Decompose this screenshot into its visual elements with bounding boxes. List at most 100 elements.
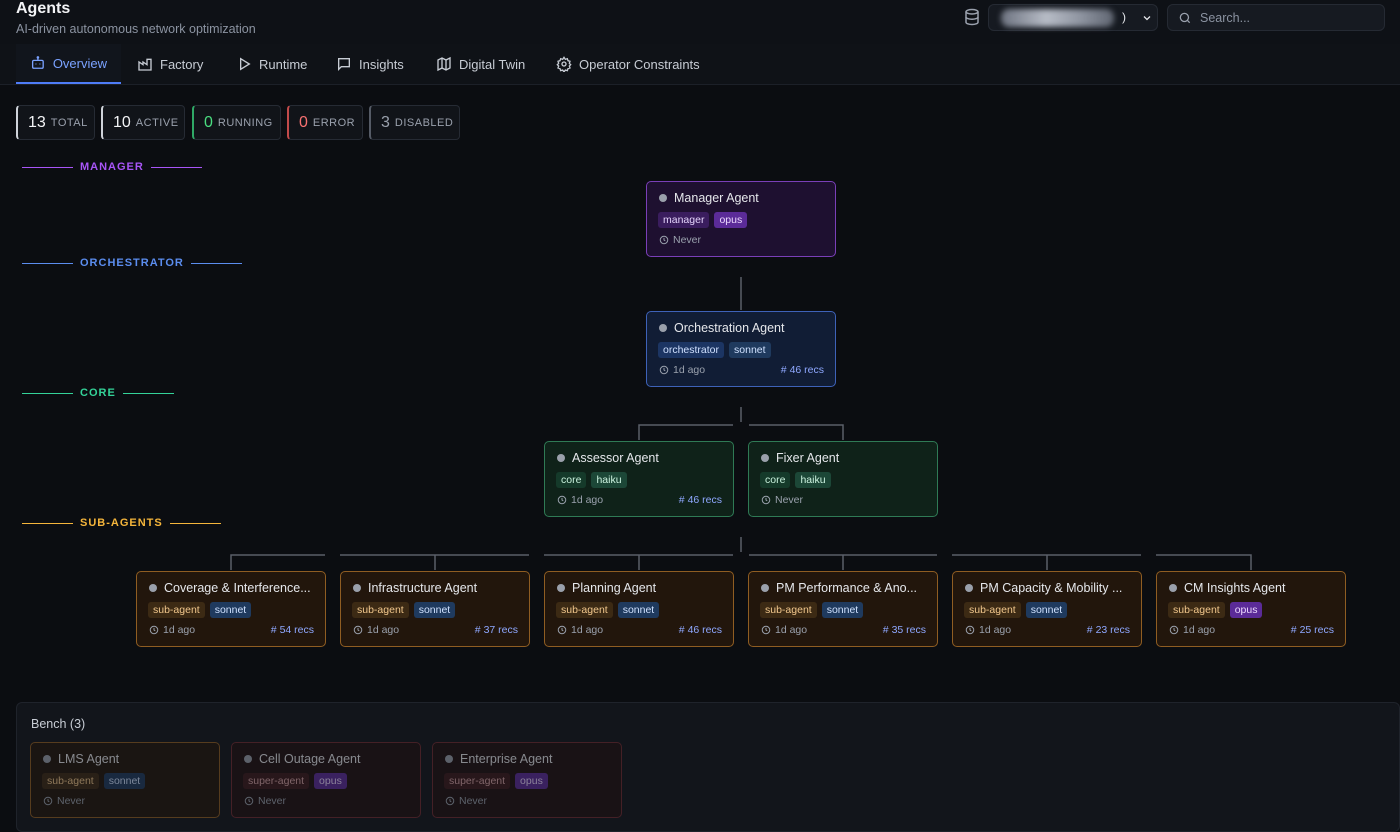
agent-card[interactable]: Coverage & Interference... sub-agent sonne… xyxy=(136,571,326,647)
last-run-text: 1d ago xyxy=(571,494,604,506)
clock-icon xyxy=(557,625,567,635)
agent-name: CM Insights Agent xyxy=(1184,581,1286,595)
agent-card[interactable]: PM Capacity & Mobility ... sub-agent sonne… xyxy=(952,571,1142,647)
clock-icon xyxy=(149,625,159,635)
recs-count: # 23 recs xyxy=(1086,624,1130,636)
agent-card[interactable]: Planning Agent sub-agent sonnet 1d ago # 46 … xyxy=(544,571,734,647)
last-run-text: 1d ago xyxy=(775,624,808,636)
last-run-text: Never xyxy=(258,795,287,807)
last-run: Never xyxy=(659,234,701,246)
status-dot xyxy=(43,755,51,763)
model-badge: sonnet xyxy=(729,342,771,358)
last-run: 1d ago xyxy=(965,624,1011,636)
last-run: Never xyxy=(244,795,286,807)
agent-card[interactable]: LMS Agent sub-agent sonnet Never xyxy=(30,742,220,818)
agent-name-row: PM Capacity & Mobility ... xyxy=(965,581,1122,595)
last-run-text: Never xyxy=(673,234,702,246)
model-badge: sonnet xyxy=(1025,602,1068,618)
clock-icon xyxy=(1169,625,1179,635)
recs-count: # 46 recs xyxy=(678,624,722,636)
status-dot xyxy=(761,454,769,462)
agent-name-row: Cell Outage Agent xyxy=(244,752,360,766)
status-dot xyxy=(244,755,252,763)
agent-name: Coverage & Interference... xyxy=(164,581,311,595)
last-run: 1d ago xyxy=(353,624,399,636)
last-run-text: Never xyxy=(459,795,488,807)
role-badge: core xyxy=(760,472,791,488)
agent-name-row: Infrastructure Agent xyxy=(353,581,477,595)
agent-name: PM Capacity & Mobility ... xyxy=(980,581,1123,595)
last-run: 1d ago xyxy=(557,624,603,636)
agent-card[interactable]: Cell Outage Agent super-agent opus Never xyxy=(231,742,421,818)
role-badge: sub-agent xyxy=(760,602,817,618)
agent-card[interactable]: PM Performance & Ano... sub-agent sonnet 1d… xyxy=(748,571,938,647)
agent-badges: super-agent opus xyxy=(444,773,548,789)
recs-text: 35 recs xyxy=(891,624,926,636)
model-badge: opus xyxy=(1229,602,1263,618)
model-badge: opus xyxy=(515,773,548,789)
last-run-text: Never xyxy=(57,795,86,807)
agent-badges: sub-agent opus xyxy=(1168,602,1263,618)
agent-card[interactable]: CM Insights Agent sub-agent opus 1d ago # 25… xyxy=(1156,571,1346,647)
last-run-text: 1d ago xyxy=(163,624,196,636)
recs-text: 46 recs xyxy=(687,494,722,506)
recs-text: 46 recs xyxy=(789,364,824,376)
last-run-text: 1d ago xyxy=(367,624,400,636)
bench-title: Bench (3) xyxy=(31,717,86,731)
role-badge: sub-agent xyxy=(148,602,205,618)
status-dot xyxy=(659,194,667,202)
recs-count: # 46 recs xyxy=(678,494,722,506)
model-badge: sonnet xyxy=(209,602,252,618)
clock-icon xyxy=(761,625,771,635)
last-run-text: 1d ago xyxy=(673,364,706,376)
status-dot xyxy=(557,454,565,462)
agent-badges: orchestrator sonnet xyxy=(658,342,771,358)
agent-badges: sub-agent sonnet xyxy=(760,602,864,618)
agent-badges: core haiku xyxy=(760,472,831,488)
clock-icon xyxy=(557,495,567,505)
agent-card[interactable]: Manager Agent manager opus Never xyxy=(646,181,836,257)
agent-name-row: Coverage & Interference... xyxy=(149,581,311,595)
clock-icon xyxy=(445,796,455,806)
agent-card[interactable]: Fixer Agent core haiku Never xyxy=(748,441,938,517)
agent-card[interactable]: Orchestration Agent orchestrator sonnet 1d … xyxy=(646,311,836,387)
last-run: Never xyxy=(761,494,803,506)
status-dot xyxy=(557,584,565,592)
last-run: 1d ago xyxy=(557,494,603,506)
clock-icon xyxy=(353,625,363,635)
agent-name-row: PM Performance & Ano... xyxy=(761,581,917,595)
role-badge: manager xyxy=(658,212,710,228)
clock-icon xyxy=(761,495,771,505)
role-badge: sub-agent xyxy=(964,602,1021,618)
agent-card[interactable]: Infrastructure Agent sub-agent sonnet 1d ag… xyxy=(340,571,530,647)
model-badge: opus xyxy=(714,212,748,228)
agent-name-row: Planning Agent xyxy=(557,581,656,595)
agent-name: Assessor Agent xyxy=(572,451,659,465)
agent-name: Infrastructure Agent xyxy=(368,581,478,595)
model-badge: sonnet xyxy=(103,773,146,789)
agent-badges: sub-agent sonnet xyxy=(556,602,660,618)
recs-count: # 54 recs xyxy=(270,624,314,636)
agent-name: LMS Agent xyxy=(58,752,120,766)
last-run: 1d ago xyxy=(761,624,807,636)
agent-name: PM Performance & Ano... xyxy=(776,581,918,595)
agent-name-row: Orchestration Agent xyxy=(659,321,784,335)
agent-name-row: Enterprise Agent xyxy=(445,752,552,766)
role-badge: super-agent xyxy=(444,773,511,789)
role-badge: sub-agent xyxy=(42,773,99,789)
model-badge: haiku xyxy=(591,472,627,488)
agent-badges: sub-agent sonnet xyxy=(42,773,146,789)
agent-badges: super-agent opus xyxy=(243,773,347,789)
agent-card[interactable]: Assessor Agent core haiku 1d ago # 46 recs xyxy=(544,441,734,517)
agent-name: Manager Agent xyxy=(674,191,759,205)
model-badge: opus xyxy=(314,773,347,789)
role-badge: sub-agent xyxy=(352,602,409,618)
recs-count: # 35 recs xyxy=(882,624,926,636)
last-run: 1d ago xyxy=(1169,624,1215,636)
agent-name: Orchestration Agent xyxy=(674,321,785,335)
agent-name-row: LMS Agent xyxy=(43,752,119,766)
last-run-text: 1d ago xyxy=(1183,624,1216,636)
recs-text: 54 recs xyxy=(279,624,314,636)
recs-count: # 37 recs xyxy=(474,624,518,636)
agent-card[interactable]: Enterprise Agent super-agent opus Never xyxy=(432,742,622,818)
